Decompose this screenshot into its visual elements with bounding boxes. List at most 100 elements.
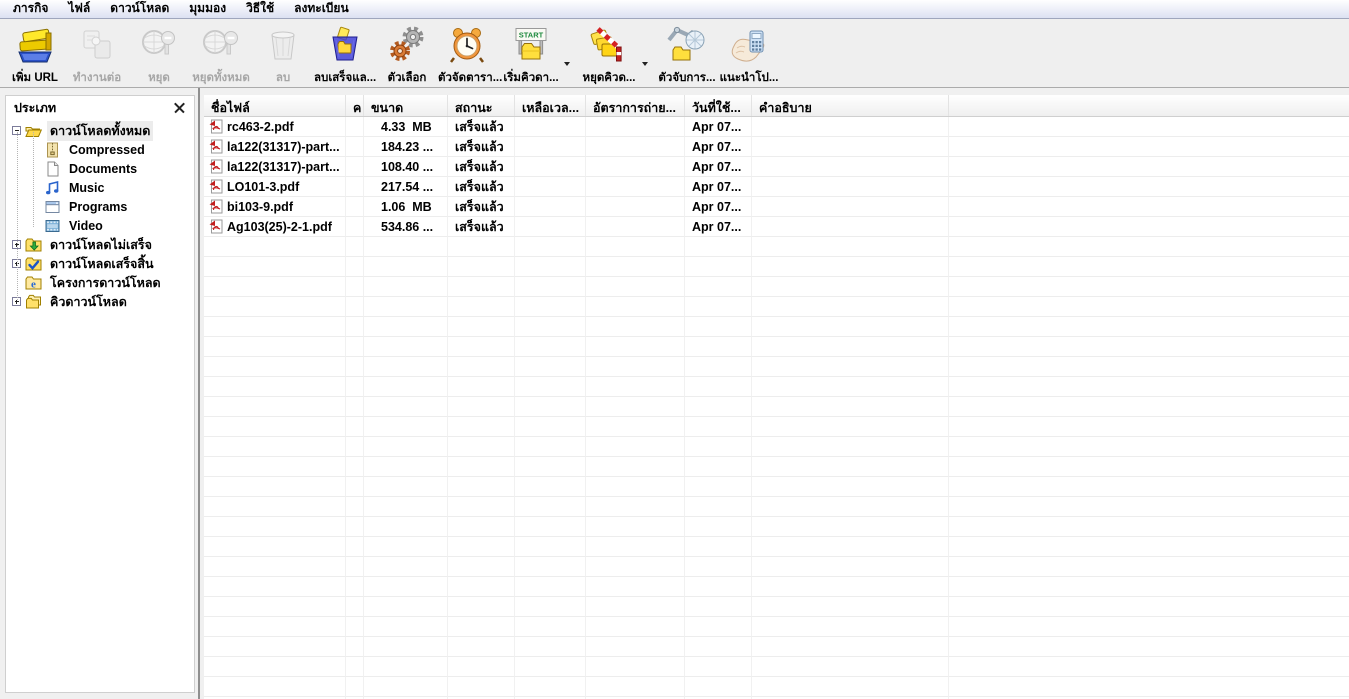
column-header-name[interactable]: ชื่อไฟล์ — [204, 95, 346, 116]
cell-size: 217.54 ... — [364, 177, 448, 197]
cell-time_left — [515, 337, 586, 357]
column-header-q[interactable]: ค — [346, 95, 364, 116]
cell-q — [346, 657, 364, 677]
column-header-transfer_rate[interactable]: อัตราการถ่าย... — [586, 95, 685, 116]
cell-q — [346, 217, 364, 237]
cell-name — [204, 577, 346, 597]
start-queue-button[interactable]: START เริ่มคิวดา... — [500, 22, 562, 87]
table-row[interactable]: la122(31317)-part... 108.40 ... เสร็จแล้ว A… — [204, 157, 1349, 177]
cell-q — [346, 457, 364, 477]
cell-transfer_rate — [586, 177, 685, 197]
cell-size — [364, 477, 448, 497]
tree-item-grabber-projects[interactable]: e โครงการดาวน์โหลด — [6, 273, 194, 292]
cell-filler — [949, 217, 1349, 237]
file-name-text: la122(31317)-part... — [227, 159, 340, 174]
cell-name: la122(31317)-part... — [204, 137, 346, 157]
menu-item-help[interactable]: วิธีใช้ — [236, 0, 284, 20]
tree-item-compressed[interactable]: Compressed — [6, 140, 194, 159]
cell-transfer_rate — [586, 417, 685, 437]
cell-time_left — [515, 457, 586, 477]
cell-description — [752, 157, 949, 177]
cell-filler — [949, 397, 1349, 417]
cell-description — [752, 557, 949, 577]
cell-q — [346, 577, 364, 597]
cell-status — [448, 317, 515, 337]
menu-item-download[interactable]: ดาวน์โหลด — [100, 0, 179, 20]
cell-filler — [949, 177, 1349, 197]
cell-q — [346, 617, 364, 637]
table-row[interactable]: Ag103(25)-2-1.pdf 534.86 ... เสร็จแล้ว Apr … — [204, 217, 1349, 237]
column-header-description[interactable]: คำอธิบาย — [752, 95, 949, 116]
cell-transfer_rate — [586, 577, 685, 597]
cell-filler — [949, 497, 1349, 517]
cell-status: เสร็จแล้ว — [448, 137, 515, 157]
tree-item-music[interactable]: Music — [6, 178, 194, 197]
stop-queue-dropdown-arrow-icon[interactable] — [640, 61, 650, 66]
table-row[interactable]: rc463-2.pdf 4.33 MB เสร็จแล้ว Apr 07... — [204, 117, 1349, 137]
cell-name: LO101-3.pdf — [204, 177, 346, 197]
table-row[interactable]: la122(31317)-part... 184.23 ... เสร็จแล้ว A… — [204, 137, 1349, 157]
table-row[interactable]: LO101-3.pdf 217.54 ... เสร็จแล้ว Apr 07... — [204, 177, 1349, 197]
tree-item-unfinished[interactable]: ดาวน์โหลดไม่เสร็จ — [6, 235, 194, 254]
start-queue-dropdown-arrow-icon[interactable] — [562, 61, 572, 66]
start-queue-icon: START — [500, 23, 562, 69]
cell-name — [204, 437, 346, 457]
recommend-button[interactable]: แนะนำโป... — [718, 22, 780, 87]
cell-filler — [949, 437, 1349, 457]
tree-item-queues[interactable]: คิวดาวน์โหลด — [6, 292, 194, 311]
menu-item-view[interactable]: มุมมอง — [179, 0, 236, 20]
menu-item-task[interactable]: ภารกิจ — [3, 0, 58, 20]
menu-item-file[interactable]: ไฟล์ — [58, 0, 100, 20]
resume-button: ทำงานต่อ — [66, 22, 128, 87]
stop-queue-button[interactable]: หยุดคิวด... — [578, 22, 640, 87]
cell-filler — [949, 417, 1349, 437]
cell-transfer_rate — [586, 157, 685, 177]
cell-filler — [949, 357, 1349, 377]
cell-name — [204, 597, 346, 617]
cell-filler — [949, 257, 1349, 277]
category-tree: ดาวน์โหลดทั้งหมด Compressed Documents Music… — [6, 118, 194, 311]
tree-item-finished[interactable]: ดาวน์โหลดเสร็จสิ้น — [6, 254, 194, 273]
column-header-size[interactable]: ขนาด — [364, 95, 448, 116]
cell-time_left — [515, 417, 586, 437]
panel-splitter[interactable] — [195, 88, 204, 699]
table-row[interactable]: bi103-9.pdf 1.06 MB เสร็จแล้ว Apr 07... — [204, 197, 1349, 217]
cell-description — [752, 317, 949, 337]
cell-time_left — [515, 317, 586, 337]
tree-item-video[interactable]: Video — [6, 216, 194, 235]
cell-description — [752, 277, 949, 297]
cell-name — [204, 617, 346, 637]
cell-date — [685, 457, 752, 477]
grabber-button[interactable]: ตัวจับการ... — [656, 22, 718, 87]
tree-item-label: ดาวน์โหลดเสร็จสิ้น — [50, 256, 154, 271]
cell-status — [448, 277, 515, 297]
options-button[interactable]: ตัวเลือก — [376, 22, 438, 87]
close-icon[interactable] — [174, 102, 186, 114]
column-header-date[interactable]: วันที่ใช้... — [685, 95, 752, 116]
categories-panel-title: ประเภท — [14, 101, 57, 115]
tree-item-programs[interactable]: Programs — [6, 197, 194, 216]
column-header-status[interactable]: สถานะ — [448, 95, 515, 116]
tree-item-all-downloads[interactable]: ดาวน์โหลดทั้งหมด — [6, 120, 194, 141]
cell-transfer_rate — [586, 117, 685, 137]
cell-transfer_rate — [586, 677, 685, 697]
scheduler-button[interactable]: ตัวจัดตารา... — [438, 22, 502, 87]
cell-status — [448, 417, 515, 437]
table-row-empty — [204, 677, 1349, 697]
cell-size — [364, 677, 448, 697]
tree-item-documents[interactable]: Documents — [6, 159, 194, 178]
menu-item-register[interactable]: ลงทะเบียน — [284, 0, 359, 20]
cell-date — [685, 437, 752, 457]
delete-completed-button[interactable]: ลบเสร็จแล... — [314, 22, 376, 87]
cell-status — [448, 537, 515, 557]
tree-item-label: Compressed — [69, 142, 145, 157]
cell-status — [448, 677, 515, 697]
column-header-time_left[interactable]: เหลือเวล... — [515, 95, 586, 116]
cell-time_left — [515, 377, 586, 397]
cell-transfer_rate — [586, 597, 685, 617]
cell-transfer_rate — [586, 637, 685, 657]
cell-size: 108.40 ... — [364, 157, 448, 177]
cell-date — [685, 677, 752, 697]
add-url-button[interactable]: เพิ่ม URL — [4, 22, 66, 87]
cell-status — [448, 357, 515, 377]
